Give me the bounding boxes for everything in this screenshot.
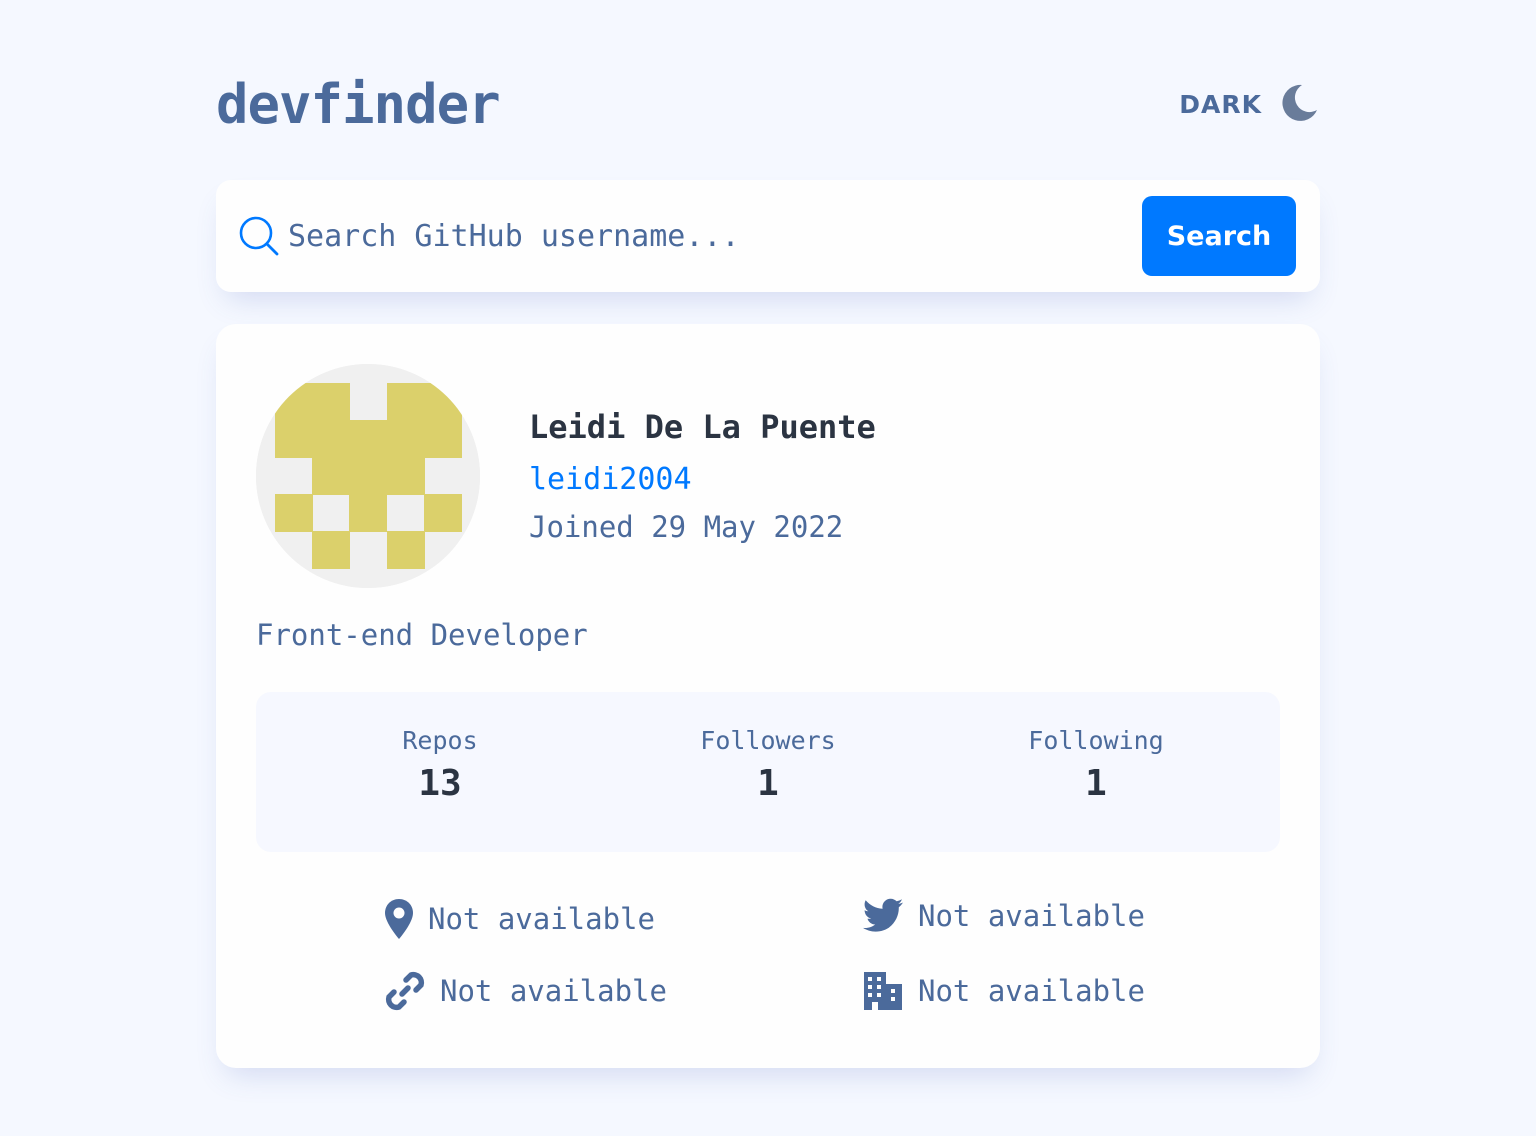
building-icon <box>862 970 904 1012</box>
stat-value: 1 <box>1085 763 1107 804</box>
company-text: Not available <box>918 974 1145 1008</box>
location-info: Not available <box>384 898 655 940</box>
search-icon <box>238 214 282 258</box>
theme-toggle-label: DARK <box>1179 89 1262 119</box>
blog-info[interactable]: Not available <box>384 970 667 1012</box>
stat-label: Following <box>1028 726 1164 755</box>
company-info: Not available <box>862 970 1145 1012</box>
moon-icon <box>1280 82 1320 126</box>
avatar <box>256 364 480 588</box>
search-input[interactable] <box>288 206 1142 266</box>
twitter-info[interactable]: Not available <box>862 898 1145 934</box>
profile-login-link[interactable]: leidi2004 <box>529 462 692 497</box>
twitter-icon <box>862 898 904 934</box>
profile-joined-date: Joined 29 May 2022 <box>529 510 844 544</box>
twitter-text: Not available <box>918 899 1145 933</box>
profile-card: Leidi De La Puente leidi2004 Joined 29 M… <box>216 324 1320 1068</box>
stat-label: Followers <box>700 726 836 755</box>
stat-value: 13 <box>418 763 462 804</box>
blog-text: Not available <box>440 974 667 1008</box>
search-button[interactable]: Search <box>1142 196 1296 276</box>
stats-panel: Repos 13 Followers 1 Following 1 <box>256 692 1280 852</box>
app-title: devfinder <box>216 72 501 136</box>
stat-label: Repos <box>402 726 478 755</box>
stat-repos: Repos 13 <box>300 726 580 804</box>
theme-toggle[interactable]: DARK <box>1179 82 1320 126</box>
profile-name: Leidi De La Puente <box>529 408 876 446</box>
app-header: devfinder DARK <box>216 68 1320 140</box>
link-icon <box>384 970 426 1012</box>
profile-bio: Front-end Developer <box>256 618 588 652</box>
location-pin-icon <box>384 898 414 940</box>
search-bar: Search <box>216 180 1320 292</box>
stat-following: Following 1 <box>956 726 1236 804</box>
stat-followers: Followers 1 <box>628 726 908 804</box>
stat-value: 1 <box>757 763 779 804</box>
location-text: Not available <box>428 902 655 936</box>
